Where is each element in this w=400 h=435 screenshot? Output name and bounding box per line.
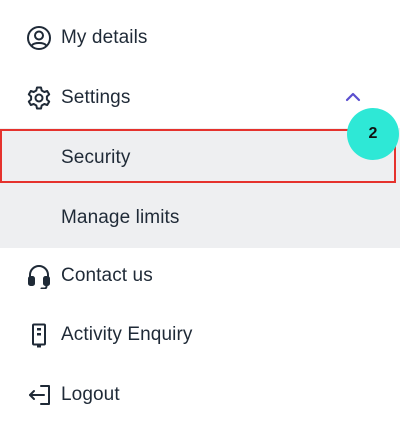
step-badge: 2 [347,108,399,160]
menu-item-label: Manage limits [61,206,180,228]
chevron-up-icon[interactable] [344,90,362,104]
menu-item-contact-us[interactable]: Contact us [0,246,400,305]
menu-item-label: Activity Enquiry [61,323,193,345]
headset-icon [26,263,52,289]
submenu-item-manage-limits[interactable]: Manage limits [0,187,400,248]
menu-item-label: Logout [61,383,120,405]
menu-item-my-details[interactable]: My details [0,8,400,67]
menu-item-label: My details [61,26,148,48]
logout-icon [26,382,52,408]
gear-icon [26,85,52,111]
menu-item-logout[interactable]: Logout [0,365,400,424]
account-menu: My details Settings Security Manage limi… [0,0,400,435]
menu-item-activity-enquiry[interactable]: Activity Enquiry [0,305,400,364]
document-icon [26,322,52,348]
menu-item-label: Contact us [61,264,153,286]
user-circle-icon [26,25,52,51]
menu-item-settings[interactable]: Settings [0,68,400,127]
submenu-item-security[interactable]: Security [0,128,400,187]
menu-item-label: Security [61,146,131,168]
menu-item-label: Settings [61,86,131,108]
